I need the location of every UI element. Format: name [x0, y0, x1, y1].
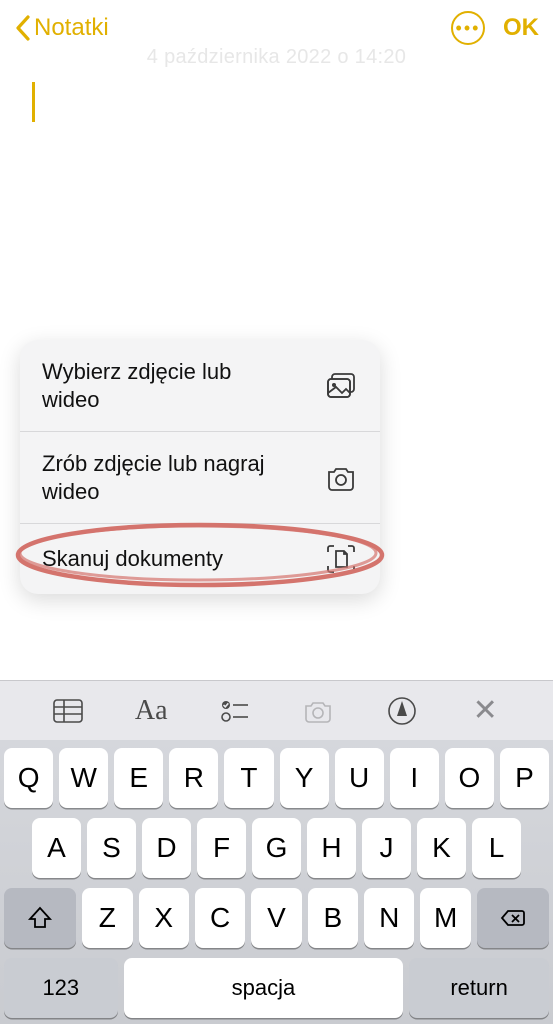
key-q[interactable]: Q	[4, 748, 53, 808]
key-z[interactable]: Z	[82, 888, 132, 948]
photo-library-icon	[324, 369, 358, 403]
table-icon	[51, 694, 85, 728]
text-format-button[interactable]: Aa	[131, 691, 171, 731]
key-e[interactable]: E	[114, 748, 163, 808]
key-j[interactable]: J	[362, 818, 411, 878]
markup-icon	[385, 694, 419, 728]
chevron-left-icon	[14, 13, 32, 43]
note-timestamp: 4 października 2022 o 14:20	[28, 46, 525, 69]
key-a[interactable]: A	[32, 818, 81, 878]
key-h[interactable]: H	[307, 818, 356, 878]
menu-scan-documents[interactable]: Skanuj dokumenty	[20, 523, 380, 594]
keyboard-row-1: QWERTYUIOP	[4, 748, 549, 808]
key-p[interactable]: P	[500, 748, 549, 808]
key-b[interactable]: B	[308, 888, 358, 948]
key-w[interactable]: W	[59, 748, 108, 808]
numbers-key[interactable]: 123	[4, 958, 118, 1018]
space-key[interactable]: spacja	[124, 958, 404, 1018]
text-format-icon: Aa	[135, 695, 168, 727]
camera-icon	[301, 694, 335, 728]
menu-item-label: Zrób zdjęcie lub nagraj wideo	[42, 450, 292, 505]
markup-button[interactable]	[382, 691, 422, 731]
key-r[interactable]: R	[169, 748, 218, 808]
menu-item-label: Wybierz zdjęcie lub wideo	[42, 358, 292, 413]
table-button[interactable]	[48, 691, 88, 731]
key-g[interactable]: G	[252, 818, 301, 878]
key-d[interactable]: D	[142, 818, 191, 878]
key-u[interactable]: U	[335, 748, 384, 808]
key-n[interactable]: N	[364, 888, 414, 948]
key-o[interactable]: O	[445, 748, 494, 808]
menu-take-photo[interactable]: Zrób zdjęcie lub nagraj wideo	[20, 431, 380, 523]
ellipsis-icon: •••	[456, 19, 481, 37]
menu-item-label: Skanuj dokumenty	[42, 545, 223, 573]
keyboard-row-3: ZXCVBNM	[4, 888, 549, 948]
key-l[interactable]: L	[472, 818, 521, 878]
return-key[interactable]: return	[409, 958, 549, 1018]
shift-icon	[26, 904, 54, 932]
done-button[interactable]: OK	[503, 14, 539, 42]
key-s[interactable]: S	[87, 818, 136, 878]
key-t[interactable]: T	[224, 748, 273, 808]
checklist-icon	[218, 694, 252, 728]
key-k[interactable]: K	[417, 818, 466, 878]
back-label: Notatki	[34, 14, 109, 42]
backspace-icon	[499, 904, 527, 932]
key-c[interactable]: C	[195, 888, 245, 948]
document-scan-icon	[324, 542, 358, 576]
key-v[interactable]: V	[251, 888, 301, 948]
backspace-key[interactable]	[477, 888, 549, 948]
format-toolbar: Aa ✕	[0, 680, 553, 740]
camera-icon	[324, 461, 358, 495]
key-y[interactable]: Y	[280, 748, 329, 808]
key-x[interactable]: X	[139, 888, 189, 948]
more-button[interactable]: •••	[451, 11, 485, 45]
camera-toolbar-button[interactable]	[298, 691, 338, 731]
back-button[interactable]: Notatki	[14, 13, 109, 43]
text-cursor	[32, 82, 35, 122]
key-f[interactable]: F	[197, 818, 246, 878]
keyboard: QWERTYUIOP ASDFGHJKL ZXCVBNM 123 spacja …	[0, 740, 553, 1024]
close-icon: ✕	[473, 693, 498, 728]
attach-menu: Wybierz zdjęcie lub wideo Zrób zdjęcie l…	[20, 340, 380, 594]
keyboard-row-4: 123 spacja return	[4, 958, 549, 1018]
keyboard-row-2: ASDFGHJKL	[4, 818, 549, 878]
key-i[interactable]: I	[390, 748, 439, 808]
menu-choose-photo[interactable]: Wybierz zdjęcie lub wideo	[20, 340, 380, 431]
close-toolbar-button[interactable]: ✕	[465, 691, 505, 731]
key-m[interactable]: M	[420, 888, 470, 948]
checklist-button[interactable]	[215, 691, 255, 731]
shift-key[interactable]	[4, 888, 76, 948]
